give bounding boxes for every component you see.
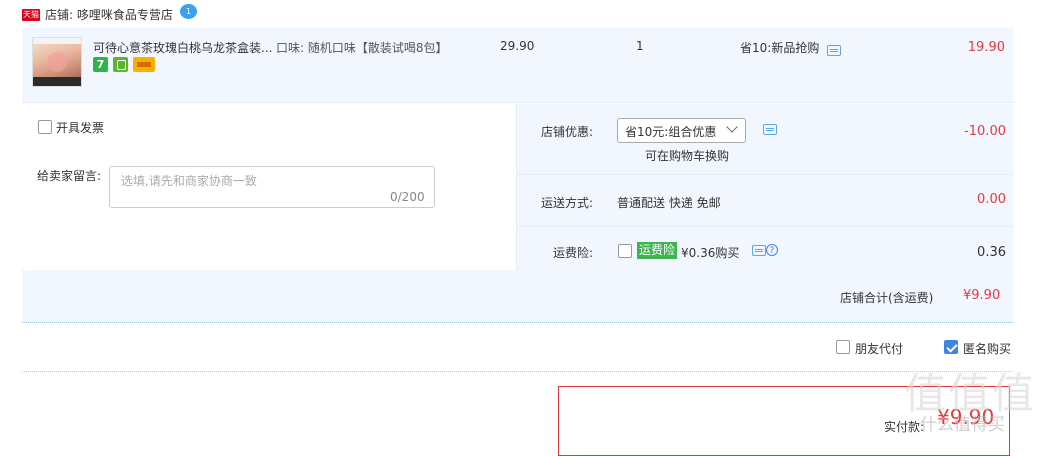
- wangwang-chat-icon[interactable]: 1: [180, 4, 197, 19]
- product-title-link[interactable]: 可待心意茶玫瑰白桃乌龙茶盒装...: [93, 39, 273, 56]
- product-thumbnail[interactable]: [32, 37, 82, 87]
- guarantee-icon[interactable]: [113, 57, 128, 72]
- insurance-tag: 运费险: [637, 242, 678, 259]
- friend-pay-checkbox[interactable]: [836, 340, 850, 354]
- message-char-count: 0/200: [390, 190, 425, 204]
- product-sku: 口味: 随机口味【散装试喝8包】: [276, 41, 448, 55]
- shipping-method: 普通配送 快递 免邮: [617, 196, 721, 210]
- promotion-text: 省10:新品抢购: [740, 41, 820, 55]
- tmall-logo-icon: 天猫: [22, 9, 40, 21]
- insurance-amount: 0.36: [977, 245, 1006, 260]
- help-icon[interactable]: ?: [766, 244, 778, 256]
- discount-amount: -10.00: [964, 124, 1006, 139]
- insurance-info-icon[interactable]: [752, 245, 766, 256]
- discount-hint: 可在购物车换购: [645, 149, 730, 163]
- watermark-text: 什么值得买: [920, 415, 1005, 435]
- discount-info-icon[interactable]: [763, 124, 777, 135]
- quantity: 1: [636, 39, 644, 53]
- discount-label: 店铺优惠:: [541, 125, 594, 139]
- anonymous-label[interactable]: 匿名购买: [963, 340, 1011, 357]
- insurance-checkbox[interactable]: [618, 244, 632, 258]
- invoice-checkbox[interactable]: [38, 120, 52, 134]
- message-label: 给卖家留言:: [37, 169, 102, 183]
- credit-card-icon[interactable]: [133, 57, 155, 72]
- item-subtotal: 19.90: [967, 40, 1005, 55]
- shipping-amount: 0.00: [977, 192, 1006, 207]
- message-placeholder: 选填,请先和商家协商一致: [121, 174, 257, 188]
- shop-name-link[interactable]: 店铺: 哆哩咪食品专营店: [45, 6, 173, 23]
- friend-pay-label[interactable]: 朋友代付: [855, 340, 903, 357]
- shipping-label: 运送方式:: [541, 196, 594, 210]
- promo-info-icon[interactable]: [827, 45, 841, 56]
- shop-total-label: 店铺合计(含运费): [840, 291, 934, 305]
- insurance-label: 运费险:: [553, 246, 594, 260]
- anonymous-checkbox[interactable]: [944, 340, 958, 354]
- unit-price: 29.90: [500, 39, 535, 53]
- discount-selected[interactable]: 省10元:组合优惠: [625, 123, 716, 140]
- invoice-label[interactable]: 开具发票: [56, 119, 104, 136]
- insurance-price: ¥0.36购买: [681, 246, 740, 260]
- shop-total-value: ¥9.90: [963, 288, 1001, 303]
- 7-day-return-icon[interactable]: 7: [93, 57, 108, 72]
